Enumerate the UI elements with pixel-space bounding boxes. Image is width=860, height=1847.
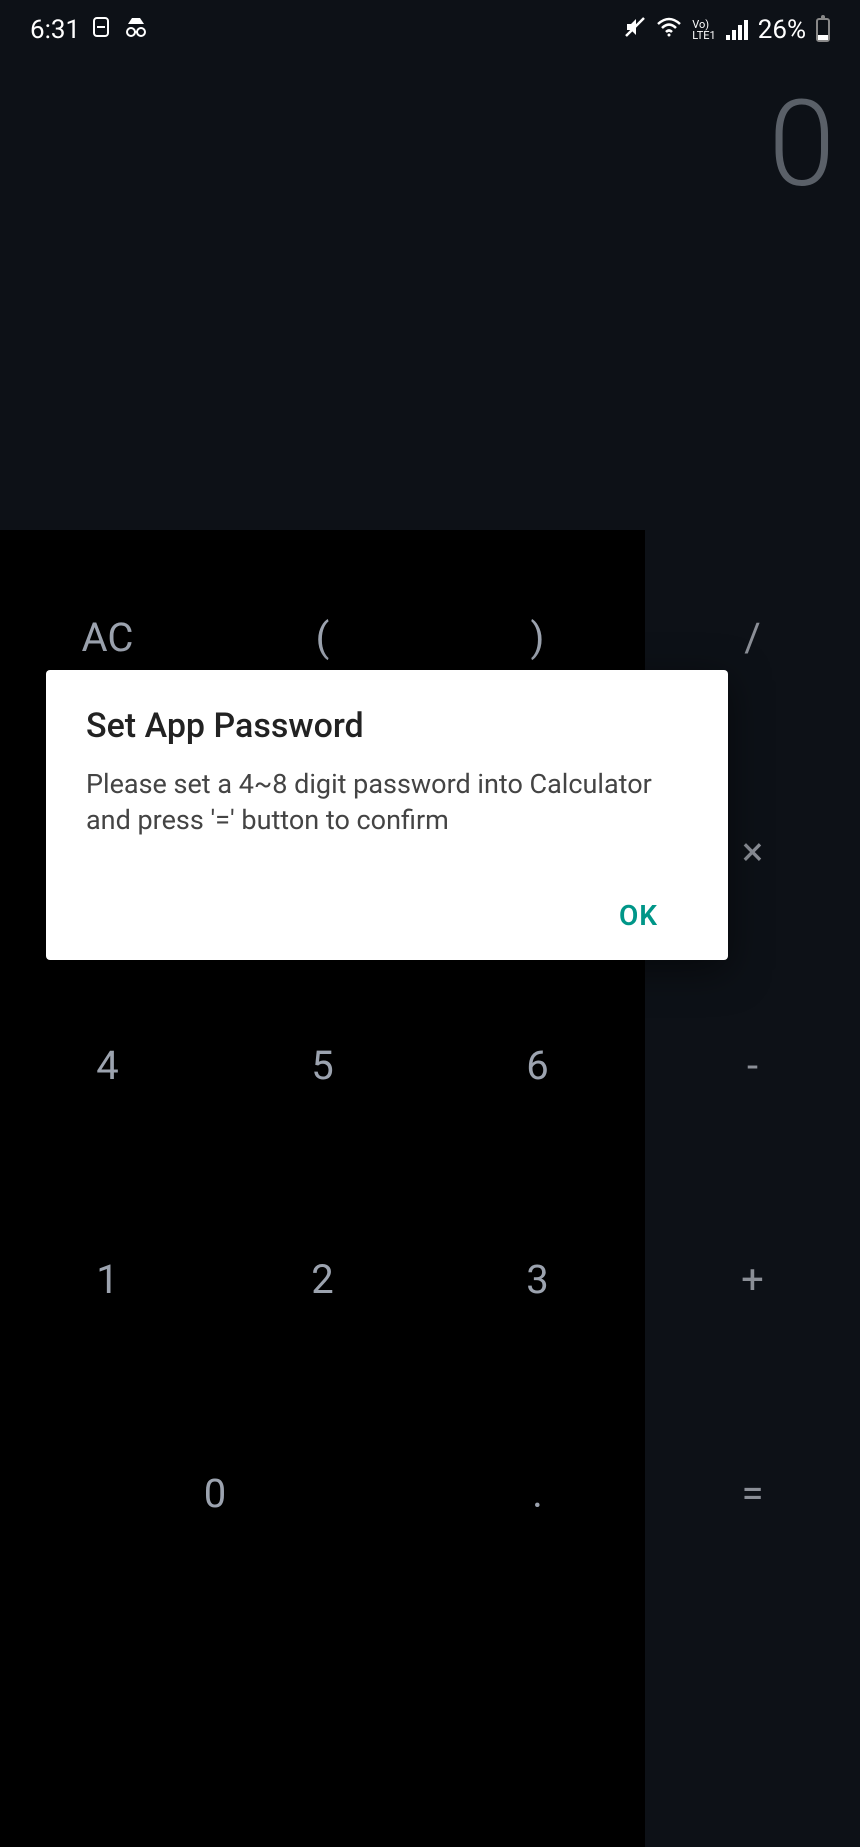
dialog-message: Please set a 4~8 digit password into Cal…	[86, 766, 688, 839]
mute-icon	[624, 16, 646, 44]
key-6[interactable]: 6	[430, 958, 645, 1172]
ok-button[interactable]: OK	[619, 899, 658, 932]
status-bar: 6:31 Vo) LTE1 26%	[0, 0, 860, 60]
key-3[interactable]: 3	[430, 1172, 645, 1386]
key-4[interactable]: 4	[0, 958, 215, 1172]
password-dialog: Set App Password Please set a 4~8 digit …	[46, 670, 728, 960]
calc-display: 0	[0, 60, 860, 530]
key-equals[interactable]: =	[645, 1386, 860, 1600]
wifi-icon	[656, 16, 682, 44]
key-add[interactable]: +	[645, 1172, 860, 1386]
key-decimal[interactable]: .	[430, 1386, 645, 1600]
status-right: Vo) LTE1 26%	[624, 15, 830, 45]
status-time: 6:31	[30, 15, 80, 45]
incognito-icon	[122, 16, 150, 44]
dialog-title: Set App Password	[86, 706, 688, 746]
key-1[interactable]: 1	[0, 1172, 215, 1386]
signal-icon	[726, 20, 748, 40]
key-2[interactable]: 2	[215, 1172, 430, 1386]
battery-percent: 26%	[758, 15, 806, 45]
app-indicator-icon	[92, 16, 110, 44]
volte-indicator: Vo) LTE1	[692, 19, 715, 41]
dialog-actions: OK	[86, 899, 688, 932]
battery-icon	[816, 18, 830, 42]
status-left: 6:31	[30, 15, 150, 45]
key-5[interactable]: 5	[215, 958, 430, 1172]
key-subtract[interactable]: -	[645, 958, 860, 1172]
display-value: 0	[768, 85, 835, 205]
key-0[interactable]: 0	[0, 1386, 430, 1600]
volte-bottom: LTE1	[692, 30, 715, 41]
